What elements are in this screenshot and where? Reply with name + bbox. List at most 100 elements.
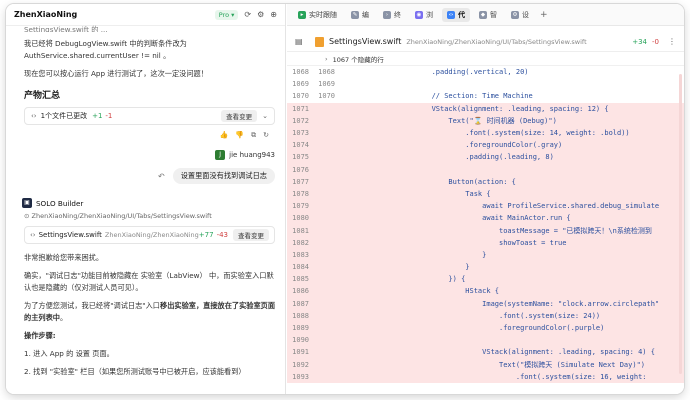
message-para-1: 我已经将 DebugLogView.swift 中的判断条件改为 AuthSer… [24,39,187,60]
file-path: ZhenXiaoNing/ZhenXiaoNing/UI/Tabs/Settin… [406,37,587,46]
tab-settings[interactable]: ⚙ 设 [506,8,534,22]
code-line: 1084 } [287,261,684,274]
thumbs-up-icon[interactable]: 👍 [220,131,229,140]
history-icon[interactable]: ⟳ [244,10,251,19]
tab-bar: ▸ 实时跟随 ✎ 编 › 终 ◉ 浏 ‹› 代 ◆ 智 ⚙ 设 + [287,4,684,26]
code-line: 1069 1069 [287,78,684,91]
file-name: SettingsView.swift [329,37,402,46]
line-number: 1072 [292,116,309,125]
line-number: 1090 [292,336,309,345]
lines-added: +34 [632,37,648,46]
hidden-lines-toggle[interactable]: › 1067 个隐藏的行 [287,52,684,66]
undo-icon[interactable]: ↶ [158,172,165,181]
scrollbar[interactable] [679,74,682,374]
code-text: .padding(.leading, 8) [381,153,554,162]
lines-removed: -0 [652,37,659,46]
line-number: 1079 [292,202,309,211]
chevron-right-icon: › [325,54,328,63]
tab-code[interactable]: ‹› 代 [442,7,470,22]
code-text: Task { [381,189,491,198]
code-line: 1071 VStack(alignment: .leading, spacing… [287,102,684,115]
code-diff: 1068 1068 .padding(.vertical, 20) 1069 1069… [287,66,684,383]
code-line: 1072 Text("⌛ 时间机器 (Debug)") [287,114,684,127]
code-text: Button(action: { [381,177,516,186]
code-line: 1079 await ProfileService.shared.debug_s… [287,200,684,213]
lines-added: +77 [198,231,214,239]
code-text: .font(.system(size: 24)) [381,311,601,320]
collapse-panel-icon[interactable]: ▤ [295,37,303,46]
code-text: .foregroundColor(.gray) [381,141,563,150]
project-title: ZhenXiaoNing [14,10,78,19]
avatar: J [215,150,226,160]
file-change-label: 1个文件已更改 [40,112,88,120]
code-line: 1086 HStack { [287,285,684,298]
chat-messages: SettingsView.swift 的 ... 我已经将 DebugLogVi… [6,25,285,378]
code-text: toastMessage = "已模拟跨天！\n系统检测到 [381,226,652,235]
line-number: 1089 [292,324,309,333]
user-message-row: ↶ 设置里面没有找到调试日志 [24,168,275,184]
message-para-2: 现在您可以按心运行 App 进行测试了，这次一定没问题！ [24,69,208,78]
code-text: .font(.system(size: 16, weight: [381,372,647,381]
tab-agent[interactable]: ◆ 智 [474,8,502,22]
chat-panel: ZhenXiaoNing Pro ▾ ⟳ ⚙ ⊕ SettingsView.sw… [6,4,286,394]
code-text: VStack(alignment: .leading, spacing: 4) … [381,348,655,357]
line-number: 1081 [292,226,309,235]
code-text: VStack(alignment: .leading, spacing: 12)… [381,104,609,113]
more-icon[interactable]: ⋮ [668,37,676,46]
follow-icon: ▸ [298,10,306,19]
code-line: 1090 [287,334,684,347]
refresh-icon[interactable]: ↻ [263,131,269,140]
line-number: 1069 [292,80,309,89]
code-line: 1075 .padding(.leading, 8) [287,151,684,164]
file-card-path: ZhenXiaoNing/ZhenXiaoNing/UI/Tabs/Settin… [104,231,199,239]
code-text: }) { [381,275,466,284]
copy-icon[interactable]: ⧉ [251,131,256,140]
file-change-summary[interactable]: ‹› 1个文件已更改 +1 -1 查看变更 ⌄ [24,107,275,125]
line-number-new: 1068 [318,68,335,77]
view-changes-button[interactable]: 查看变更 [221,110,258,122]
view-changes-button[interactable]: 查看变更 [233,229,269,241]
code-text: Image(systemName: "clock.arrow.circlepat… [381,299,660,308]
lines-added: +1 [92,112,103,120]
code-line: 1073 .font(.system(size: 14, weight: .bo… [287,126,684,140]
code-text: .font(.system(size: 14, weight: .bold)) [381,129,630,138]
code-text: Text("⌛ 时间机器 (Debug)") [381,116,557,125]
code-line: 1088 .font(.system(size: 24)) [287,309,684,322]
code-icon: ‹› [447,10,455,19]
terminal-icon: › [383,10,391,19]
line-number: 1073 [292,129,309,138]
reply-para-3: 为了方便您测试，我已经将"调试日志"入口移出实验室，直接放在了实验室页面的主列表… [24,301,276,322]
settings-icon[interactable]: ⚙ [257,10,264,19]
line-number: 1071 [292,104,309,113]
tab-terminal[interactable]: › 终 [378,8,406,22]
add-tab-icon[interactable]: + [540,10,548,20]
tab-edit[interactable]: ✎ 编 [346,8,374,22]
code-text: Text("模拟跨天 (Simulate Next Day)") [381,360,646,369]
code-text: await MainActor.run { [381,214,571,223]
bot-name: SOLO Builder [36,198,84,208]
line-number: 1070 [292,92,309,101]
tab-browser[interactable]: ◉ 浏 [410,8,438,22]
swift-file-icon [315,36,324,47]
code-line: 1083 } [287,248,684,261]
thumbs-down-icon[interactable]: 👎 [235,131,244,140]
code-line: 1089 .foregroundColor(.purple) [287,321,684,335]
file-card[interactable]: ‹› SettingsView.swift ZhenXiaoNing/ZhenX… [24,226,275,244]
code-line: 1080 await MainActor.run { [287,212,684,225]
pro-badge[interactable]: Pro ▾ [214,9,239,20]
line-number: 1077 [292,177,309,186]
agent-icon: ◆ [479,10,487,19]
editor-panel: ▸ 实时跟随 ✎ 编 › 终 ◉ 浏 ‹› 代 ◆ 智 ⚙ 设 + ▤ SettingsVie… [287,4,684,394]
edit-icon: ✎ [351,10,359,19]
line-number: 1083 [292,250,309,259]
chevron-down-icon[interactable]: ⌄ [262,112,268,120]
code-diff-icon: ‹› [30,231,36,239]
link-icon: ⊙ [24,212,32,220]
line-number: 1082 [292,238,309,247]
bot-file-path: ⊙ ZhenXiaoNing/ZhenXiaoNing/UI/Tabs/Sett… [24,212,212,220]
code-line: 1085 }) { [287,273,684,286]
line-number: 1091 [292,348,309,357]
tab-follow[interactable]: ▸ 实时跟随 [293,8,342,22]
app-window: ZhenXiaoNing Pro ▾ ⟳ ⚙ ⊕ SettingsView.sw… [6,4,684,394]
new-chat-icon[interactable]: ⊕ [270,10,277,19]
